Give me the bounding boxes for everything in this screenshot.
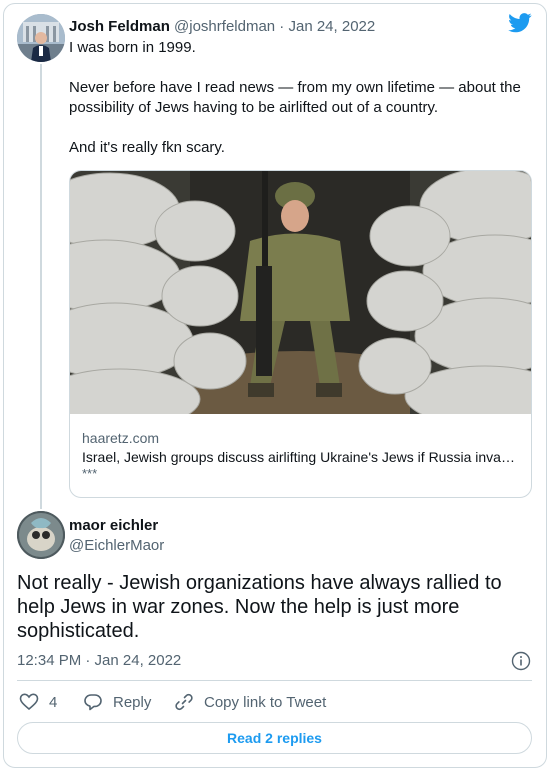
link-preview-card[interactable]: haaretz.com Israel, Jewish groups discus…	[69, 170, 532, 498]
link-icon	[175, 693, 193, 711]
quoted-tweet-line-2: Never before have I read news — from my …	[69, 79, 521, 116]
like-count: 4	[49, 693, 58, 711]
quoted-author-handle[interactable]: @joshrfeldman	[174, 18, 275, 35]
quoted-author-name[interactable]: Josh Feldman	[69, 18, 170, 35]
like-button[interactable]: 4	[19, 691, 57, 713]
twitter-bird-icon[interactable]	[508, 13, 532, 33]
reply-author-handle[interactable]: @EichlerMaor	[69, 536, 164, 556]
reply-tweet-text: Not really - Jewish organizations have a…	[17, 572, 502, 642]
reply-label: Reply	[113, 693, 152, 711]
thread-connector-line	[40, 64, 42, 509]
maor-eichler-avatar[interactable]	[17, 511, 65, 559]
josh-feldman-avatar[interactable]	[17, 14, 65, 62]
reply-timestamp[interactable]: 12:34 PM · Jan 24, 2022	[17, 651, 181, 671]
quoted-tweet-header: Josh Feldman @joshrfeldman · Jan 24, 202…	[69, 17, 375, 37]
heart-icon	[19, 693, 39, 711]
quoted-tweet-text: I was born in 1999. Never before have I …	[69, 38, 529, 158]
soldier-in-trench-photo	[70, 171, 531, 414]
quoted-tweet-line-1: I was born in 1999.	[69, 39, 196, 56]
copy-link-button[interactable]: Copy link to Tweet	[174, 691, 326, 713]
reply-author-name[interactable]: maor eichler	[69, 516, 158, 536]
header-separator: ·	[275, 18, 289, 35]
info-icon[interactable]	[511, 651, 531, 671]
link-description: ***	[82, 466, 98, 481]
quoted-tweet-date[interactable]: Jan 24, 2022	[288, 18, 375, 35]
link-title: Israel, Jewish groups discuss airlifting…	[82, 449, 522, 465]
quoted-tweet-line-3: And it's really fkn scary.	[69, 139, 225, 156]
read-replies-button[interactable]: Read 2 replies	[17, 722, 532, 754]
reply-button[interactable]: Reply	[83, 691, 151, 713]
actions-divider	[17, 680, 532, 681]
copy-link-label: Copy link to Tweet	[204, 693, 327, 711]
reply-bubble-icon	[84, 694, 102, 711]
link-domain: haaretz.com	[82, 430, 160, 446]
